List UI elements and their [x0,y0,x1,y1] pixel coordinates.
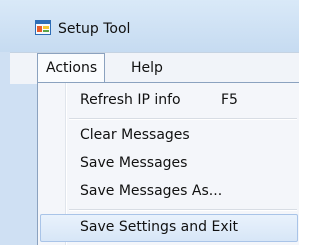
menu-item-save-settings-and-exit[interactable]: Save Settings and Exit [40,214,298,242]
actions-dropdown-menu: Refresh IP info F5 Clear Messages Save M… [37,82,299,245]
menu-help[interactable]: Help [131,60,163,76]
menu-item-label: Save Settings and Exit [80,219,238,235]
menu-actions[interactable]: Actions [37,53,106,84]
menu-bar: Actions Help [10,52,299,84]
menu-item-label: Refresh IP info [80,92,181,108]
menu-item-refresh-ip-info[interactable]: Refresh IP info F5 [40,87,298,115]
menu-item-clear-messages[interactable]: Clear Messages [40,122,298,150]
menu-item-label: Clear Messages [80,127,190,143]
menu-item-label: Save Messages [80,155,188,171]
title-bar[interactable]: Setup Tool [0,0,299,52]
menu-separator [69,118,297,120]
app-window: Setup Tool Actions Help Refresh IP info … [0,0,299,245]
menu-item-save-messages[interactable]: Save Messages [40,150,298,178]
menu-item-shortcut: F5 [221,92,238,108]
menu-item-save-messages-as[interactable]: Save Messages As... [40,178,298,206]
menu-separator [69,209,297,211]
menu-item-label: Save Messages As... [80,183,223,199]
window-title: Setup Tool [58,21,131,37]
app-window-icon [35,20,51,35]
